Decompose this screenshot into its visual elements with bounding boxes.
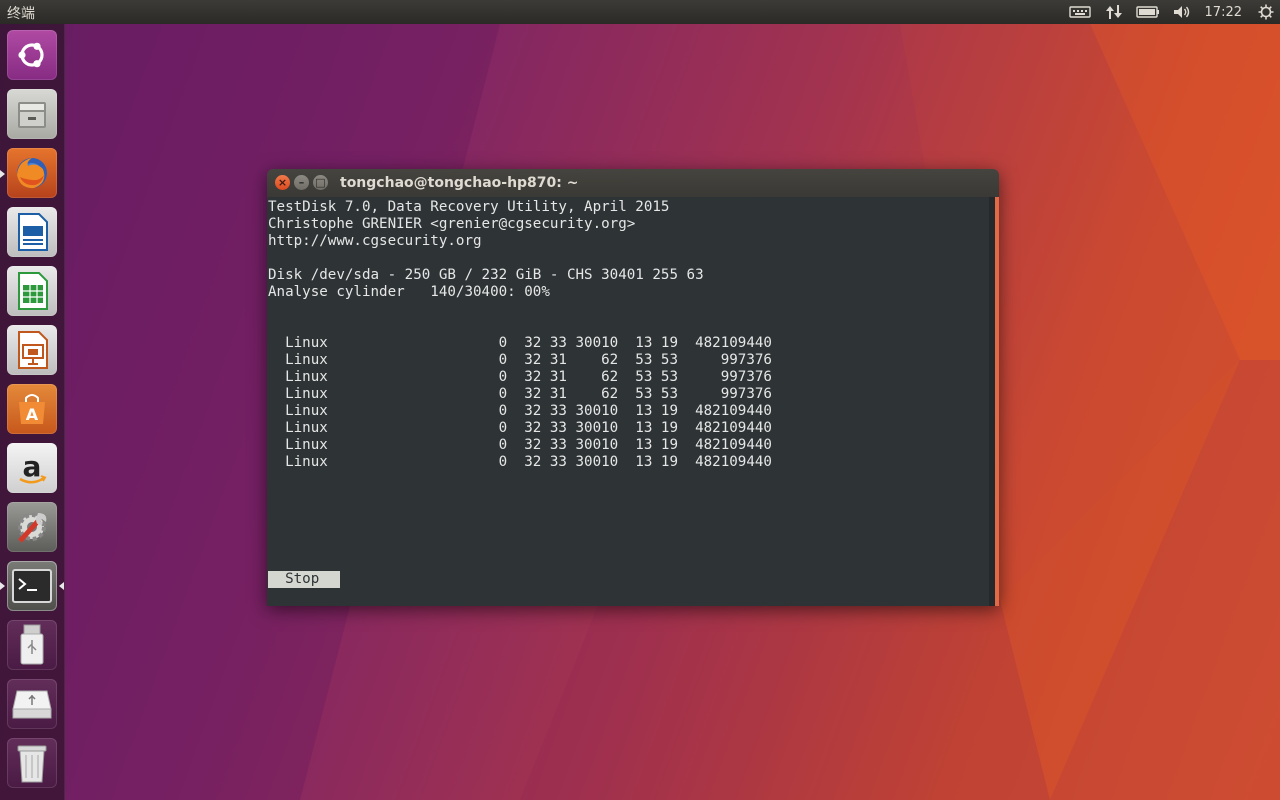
software-center-icon: A: [19, 394, 45, 424]
partition-row: Linux 0 32 33 30010 13 19 482109440: [268, 437, 772, 453]
software-launcher-button[interactable]: A: [7, 384, 57, 434]
partition-row: Linux 0 32 31 62 53 53 997376: [268, 369, 772, 385]
indicator-area: 17:22: [1063, 0, 1280, 24]
usb-drive-icon: [20, 624, 44, 665]
trash-launcher-button[interactable]: [7, 738, 57, 788]
firefox-launcher-button[interactable]: [7, 148, 57, 198]
trash-icon: [17, 745, 47, 783]
writer-launcher-button[interactable]: [7, 207, 57, 257]
window-titlebar[interactable]: × – □ tongchao@tongchao-hp870: ~: [267, 169, 999, 197]
launcher: A a: [0, 24, 65, 800]
files-launcher-button[interactable]: [7, 89, 57, 139]
removable-launcher-button[interactable]: [7, 679, 57, 729]
terminal-output[interactable]: TestDisk 7.0, Data Recovery Utility, Apr…: [267, 197, 999, 606]
running-indicator: [0, 170, 5, 178]
minimize-icon[interactable]: –: [294, 175, 309, 190]
maximize-icon[interactable]: □: [313, 175, 328, 190]
partition-row: Linux 0 32 33 30010 13 19 482109440: [268, 403, 772, 419]
impress-launcher-button[interactable]: [7, 325, 57, 375]
battery-icon[interactable]: [1131, 0, 1165, 24]
analyse-progress-line: Analyse cylinder 140/30400: 00%: [268, 284, 550, 300]
ubuntu-dash-button[interactable]: [7, 30, 57, 80]
running-indicator: [0, 582, 5, 590]
disk-info-line: Disk /dev/sda - 250 GB / 232 GiB - CHS 3…: [268, 267, 704, 283]
libreoffice-impress-icon: [18, 331, 48, 369]
partition-row: Linux 0 32 31 62 53 53 997376: [268, 386, 772, 402]
calc-launcher-button[interactable]: [7, 266, 57, 316]
clock[interactable]: 17:22: [1199, 5, 1252, 20]
firefox-icon: [17, 158, 47, 189]
terminal-window[interactable]: × – □ tongchao@tongchao-hp870: ~ TestDis…: [267, 169, 999, 606]
partition-row: Linux 0 32 33 30010 13 19 482109440: [268, 335, 772, 351]
network-icon[interactable]: [1097, 0, 1131, 24]
stop-button[interactable]: Stop: [268, 571, 340, 588]
power-icon[interactable]: [1252, 0, 1280, 24]
ubuntu-logo-icon: [18, 42, 44, 68]
partition-row: Linux 0 32 33 30010 13 19 482109440: [268, 420, 772, 436]
amazon-launcher-button[interactable]: a: [7, 443, 57, 493]
file-cabinet-icon: [18, 102, 46, 128]
terminal-icon: [12, 569, 52, 603]
active-app-title: 终端: [7, 6, 35, 22]
settings-launcher-button[interactable]: [7, 502, 57, 552]
partition-row: Linux 0 32 33 30010 13 19 482109440: [268, 454, 772, 470]
top-panel: 终端 17:22: [0, 0, 1280, 24]
svg-text:A: A: [26, 405, 39, 424]
system-settings-icon: [18, 513, 47, 543]
header-line: Christophe GRENIER <grenier@cgsecurity.o…: [268, 216, 636, 232]
usb-launcher-button[interactable]: [7, 620, 57, 670]
removable-drive-icon: [12, 690, 52, 719]
focused-indicator: [59, 582, 64, 590]
amazon-icon: a: [19, 450, 47, 484]
volume-icon[interactable]: [1165, 0, 1199, 24]
keyboard-icon[interactable]: [1063, 0, 1097, 24]
header-line: http://www.cgsecurity.org: [268, 233, 482, 249]
header-line: TestDisk 7.0, Data Recovery Utility, Apr…: [268, 199, 670, 215]
partition-row: Linux 0 32 31 62 53 53 997376: [268, 352, 772, 368]
window-title: tongchao@tongchao-hp870: ~: [340, 175, 579, 191]
svg-text:a: a: [23, 450, 42, 483]
libreoffice-writer-icon: [18, 213, 48, 251]
terminal-launcher-button[interactable]: [7, 561, 57, 611]
libreoffice-calc-icon: [18, 272, 48, 310]
close-icon[interactable]: ×: [275, 175, 290, 190]
